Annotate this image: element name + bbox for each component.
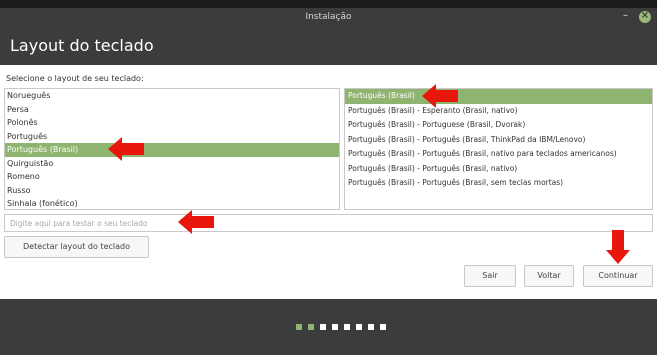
page-header: Layout do teclado <box>0 27 657 65</box>
red-arrow-icon <box>178 210 214 234</box>
list-item[interactable]: Sinhala (fonético) <box>5 197 339 209</box>
continue-button[interactable]: Continuar <box>583 265 653 287</box>
progress-dot <box>344 324 350 330</box>
red-arrow-icon <box>422 84 458 108</box>
window-title: Instalação <box>305 12 352 22</box>
progress-dot <box>368 324 374 330</box>
list-item[interactable]: Romeno <box>5 170 339 184</box>
red-arrow-icon <box>606 230 630 264</box>
list-item-selected[interactable]: Português (Brasil) <box>345 89 652 104</box>
red-arrow-icon <box>108 137 144 161</box>
list-item[interactable]: Português (Brasil) - Português (Brasil, … <box>345 162 652 177</box>
list-item[interactable]: Quirguistão <box>5 157 339 171</box>
list-item[interactable]: Português (Brasil) - Esperanto (Brasil, … <box>345 104 652 119</box>
progress-footer <box>0 299 657 355</box>
keyboard-test-input[interactable] <box>4 214 653 232</box>
page-title: Layout do teclado <box>10 36 154 55</box>
progress-dot <box>332 324 338 330</box>
layout-list[interactable]: Norueguês Persa Polonês Português Portug… <box>4 88 340 210</box>
list-item[interactable]: Norueguês <box>5 89 339 103</box>
window-top-border <box>0 0 657 8</box>
list-item[interactable]: Persa <box>5 103 339 117</box>
progress-dot <box>380 324 386 330</box>
list-item[interactable]: Russo <box>5 184 339 198</box>
progress-dot <box>296 324 302 330</box>
detect-layout-button[interactable]: Detectar layout do teclado <box>4 236 149 258</box>
minimize-icon[interactable]: – <box>623 10 628 21</box>
list-item[interactable]: Português (Brasil) - Português (Brasil, … <box>345 176 652 191</box>
close-button[interactable]: × <box>639 10 651 23</box>
list-item[interactable]: Polonês <box>5 116 339 130</box>
progress-dot <box>320 324 326 330</box>
progress-dot <box>308 324 314 330</box>
close-icon: × <box>640 10 650 21</box>
list-item[interactable]: Português <box>5 130 339 144</box>
progress-dot <box>356 324 362 330</box>
list-item[interactable]: Português (Brasil) - Português (Brasil, … <box>345 133 652 148</box>
variant-list[interactable]: Português (Brasil) Português (Brasil) - … <box>344 88 653 210</box>
quit-button[interactable]: Sair <box>464 265 516 287</box>
back-button[interactable]: Voltar <box>524 265 574 287</box>
window-titlebar[interactable]: Instalação – × <box>0 8 657 27</box>
layout-prompt: Selecione o layout de seu teclado: <box>6 74 144 83</box>
list-item[interactable]: Português (Brasil) - Portuguese (Brasil,… <box>345 118 652 133</box>
list-item-selected[interactable]: Português (Brasil) <box>5 143 339 157</box>
list-item[interactable]: Português (Brasil) - Português (Brasil, … <box>345 147 652 162</box>
